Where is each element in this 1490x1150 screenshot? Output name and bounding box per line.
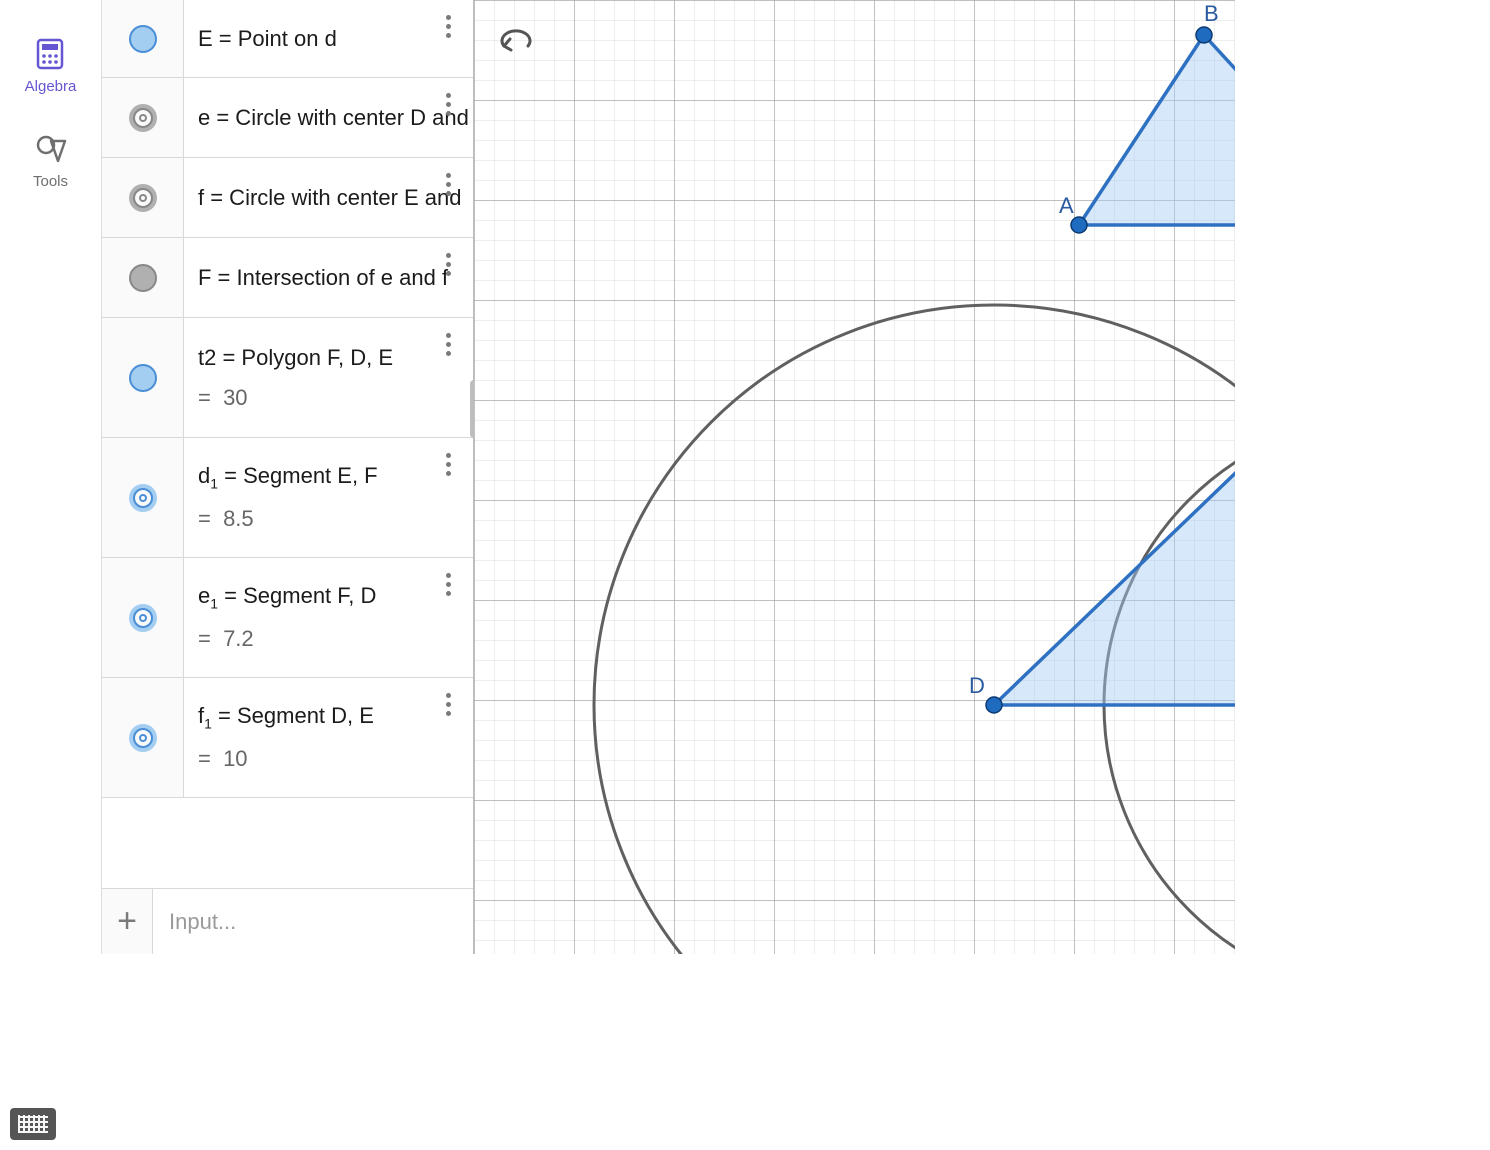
more-icon[interactable] [437, 688, 459, 720]
keyboard-icon [18, 1115, 48, 1133]
list-item[interactable]: F = Intersection of e and f [102, 238, 473, 318]
visibility-toggle[interactable] [102, 558, 184, 677]
more-icon[interactable] [437, 168, 459, 200]
marker-icon [129, 264, 157, 292]
list-item[interactable]: e1 = Segment F, D= 7.2 [102, 558, 473, 678]
visibility-toggle[interactable] [102, 0, 184, 77]
item-definition: f = Circle with center E and [184, 158, 473, 237]
marker-icon [129, 484, 157, 512]
left-nav: Algebra Tools [0, 0, 102, 954]
keyboard-button[interactable] [10, 1108, 56, 1140]
marker-icon [129, 25, 157, 53]
list-item[interactable]: f = Circle with center E and [102, 158, 473, 238]
item-definition: e = Circle with center D and [184, 78, 473, 157]
item-definition: t2 = Polygon F, D, E= 30 [184, 318, 473, 437]
plus-icon: + [117, 902, 137, 941]
more-icon[interactable] [437, 568, 459, 600]
list-item[interactable]: t2 = Polygon F, D, E= 30 [102, 318, 473, 438]
nav-tools[interactable]: Tools [33, 131, 69, 190]
nav-algebra[interactable]: Algebra [25, 36, 77, 95]
add-button[interactable]: + [102, 889, 153, 954]
marker-icon [129, 604, 157, 632]
item-definition: e1 = Segment F, D= 7.2 [184, 558, 473, 677]
list-item[interactable]: e = Circle with center D and [102, 78, 473, 158]
list-item[interactable]: f1 = Segment D, E= 10 [102, 678, 473, 798]
item-definition: F = Intersection of e and f [184, 238, 473, 317]
more-icon[interactable] [437, 448, 459, 480]
input-row: + [102, 888, 473, 954]
visibility-toggle[interactable] [102, 438, 184, 557]
visibility-toggle[interactable] [102, 78, 184, 157]
marker-icon [129, 364, 157, 392]
more-icon[interactable] [437, 328, 459, 360]
more-icon[interactable] [437, 88, 459, 120]
item-definition: f1 = Segment D, E= 10 [184, 678, 473, 797]
graphics-canvas[interactable]: ABCDEF [474, 0, 1235, 954]
input-field[interactable] [153, 909, 473, 935]
visibility-toggle[interactable] [102, 318, 184, 437]
marker-icon [129, 104, 157, 132]
list-item[interactable]: E = Point on d [102, 0, 473, 78]
calculator-icon [32, 36, 68, 72]
point-label: D [969, 673, 985, 698]
visibility-toggle[interactable] [102, 678, 184, 797]
point-label: A [1059, 193, 1074, 218]
marker-icon [129, 184, 157, 212]
more-icon[interactable] [437, 248, 459, 280]
tools-icon [33, 131, 69, 167]
list-item[interactable]: d1 = Segment E, F= 8.5 [102, 438, 473, 558]
marker-icon [129, 724, 157, 752]
item-definition: E = Point on d [184, 0, 473, 77]
object-list: E = Point on de = Circle with center D a… [102, 0, 473, 888]
point-label: B [1204, 1, 1219, 26]
algebra-panel: E = Point on de = Circle with center D a… [102, 0, 474, 954]
nav-algebra-label: Algebra [25, 78, 77, 95]
nav-tools-label: Tools [33, 173, 68, 190]
item-definition: d1 = Segment E, F= 8.5 [184, 438, 473, 557]
more-icon[interactable] [437, 10, 459, 42]
visibility-toggle[interactable] [102, 238, 184, 317]
visibility-toggle[interactable] [102, 158, 184, 237]
